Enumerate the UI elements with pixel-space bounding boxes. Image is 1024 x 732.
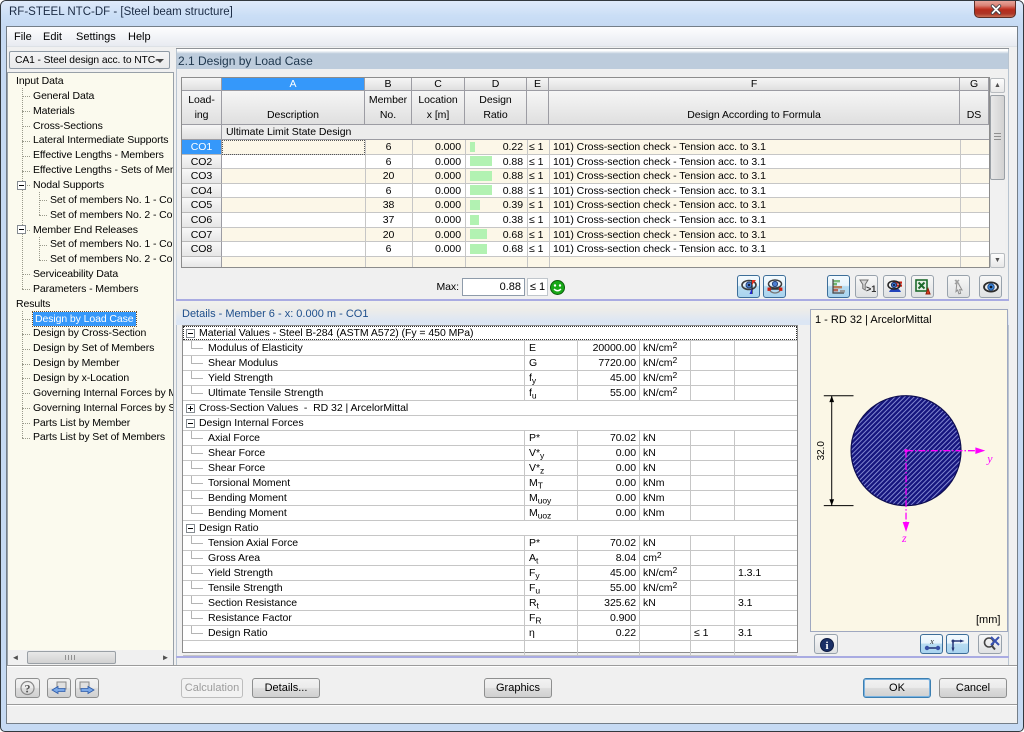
svg-text:i: i — [825, 640, 828, 652]
svg-text:?: ? — [24, 682, 30, 696]
svg-text:32.0: 32.0 — [816, 441, 827, 461]
svg-text:x: x — [929, 637, 934, 646]
svg-text:y: y — [986, 452, 993, 466]
svg-text:z: z — [901, 531, 907, 545]
svg-text:>1: >1 — [866, 284, 876, 294]
